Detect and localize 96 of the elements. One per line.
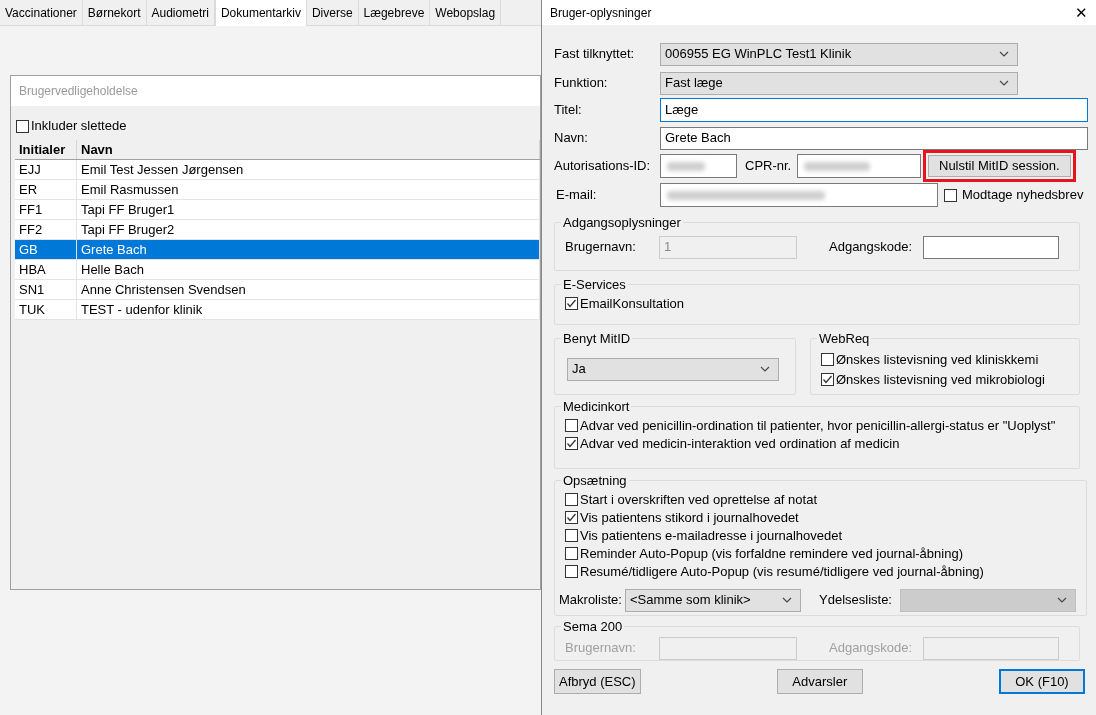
field-label: Navn: bbox=[554, 129, 589, 148]
checkbox[interactable] bbox=[944, 188, 957, 202]
dialog-button[interactable]: OK (F10) bbox=[999, 669, 1085, 694]
window-title: Bruger-oplysninger bbox=[550, 4, 652, 22]
checkbox[interactable] bbox=[565, 529, 578, 542]
dialog-button[interactable]: Afbryd (ESC) bbox=[554, 669, 641, 694]
table-row[interactable]: EJJ Emil Test Jessen Jørgensen bbox=[15, 160, 540, 180]
table-row[interactable]: SN1 Anne Christensen Svendsen bbox=[15, 280, 540, 300]
table-cell: TUK bbox=[15, 300, 77, 319]
group-title: Adgangsoplysninger bbox=[562, 214, 682, 232]
field-label: Titel: bbox=[554, 101, 583, 120]
group-title: Sema 200 bbox=[562, 618, 624, 636]
checkbox[interactable] bbox=[565, 419, 578, 432]
blurred-value bbox=[804, 161, 870, 171]
chevron-down-icon bbox=[760, 366, 770, 372]
group-title: Opsætning bbox=[562, 472, 628, 490]
column-header[interactable]: Navn bbox=[77, 140, 540, 159]
checkbox-label: Advar ved penicillin-ordination til patienter, hvor penicillin-allergi-status er "Uoplyst" bbox=[580, 416, 1056, 435]
field-label: Adgangskode: bbox=[829, 639, 914, 658]
group-title: WebReq bbox=[818, 330, 871, 348]
table-cell: FF2 bbox=[15, 220, 77, 239]
input-field[interactable] bbox=[797, 154, 921, 178]
table-cell: ER bbox=[15, 180, 77, 199]
table-cell: Emil Test Jessen Jørgensen bbox=[77, 160, 540, 179]
table-row[interactable]: GB Grete Bach bbox=[15, 240, 540, 260]
checkbox-label: Resumé/tidligere Auto-Popup (vis resumé/tidligere ved journal-åbning) bbox=[580, 562, 984, 581]
checkbox-label: Advar ved medicin-interaktion ved ordination af medicin bbox=[580, 434, 900, 453]
checkbox-label: Modtage nyhedsbrev bbox=[962, 186, 1084, 205]
table-row[interactable]: TUK TEST - udenfor klinik bbox=[15, 300, 540, 320]
tab[interactable]: Dokumentarkiv bbox=[214, 0, 307, 26]
checkbox[interactable] bbox=[565, 437, 578, 450]
checkbox-label: Reminder Auto-Popup (vis forfaldne remindere ved journal-åbning) bbox=[580, 544, 963, 563]
field-label: E-mail: bbox=[555, 186, 598, 205]
dropdown[interactable]: Fast læge bbox=[660, 71, 1018, 95]
checkbox[interactable] bbox=[565, 511, 578, 524]
table-cell: Tapi FF Bruger1 bbox=[77, 200, 540, 219]
field-label: Funktion: bbox=[554, 74, 609, 93]
field-label: Brugernavn: bbox=[565, 639, 637, 658]
close-button[interactable]: ✕ bbox=[1073, 5, 1090, 20]
reset-mitid-button[interactable]: Nulstil MitID session. bbox=[928, 155, 1071, 177]
blurred-value bbox=[667, 161, 705, 171]
input-field[interactable] bbox=[923, 636, 1059, 660]
table-cell: SN1 bbox=[15, 280, 77, 299]
dropdown[interactable]: <Samme som klinik> bbox=[625, 588, 801, 612]
table-cell: Anne Christensen Svendsen bbox=[77, 280, 540, 299]
table-row[interactable]: ER Emil Rasmussen bbox=[15, 180, 540, 200]
dialog-button[interactable]: Advarsler bbox=[776, 669, 863, 694]
table-cell: TEST - udenfor klinik bbox=[77, 300, 540, 319]
input-field[interactable]: Grete Bach bbox=[660, 126, 1088, 150]
field-label: Autorisations-ID: bbox=[554, 157, 652, 176]
field-label: Ydelsesliste: bbox=[819, 591, 893, 610]
table-cell: Tapi FF Bruger2 bbox=[77, 220, 540, 239]
table-row[interactable]: HBA Helle Bach bbox=[15, 260, 540, 280]
checkbox-label: Vis patientens e-mailadresse i journalhovedet bbox=[580, 526, 843, 545]
table-cell: Emil Rasmussen bbox=[77, 180, 540, 199]
checkbox[interactable] bbox=[821, 373, 834, 386]
chevron-down-icon bbox=[782, 597, 792, 603]
group-title: Medicinkort bbox=[562, 398, 631, 416]
dropdown[interactable]: Ja bbox=[567, 357, 779, 381]
table-cell: GB bbox=[15, 240, 77, 259]
panel-title: Brugervedligeholdelse bbox=[19, 83, 138, 100]
checkbox-label: Start i overskriften ved oprettelse af notat bbox=[580, 490, 817, 509]
table-cell: Helle Bach bbox=[77, 260, 540, 279]
checkbox-label: EmailKonsultation bbox=[580, 294, 685, 313]
input-field[interactable] bbox=[660, 154, 737, 178]
field-label: Adgangskode: bbox=[829, 238, 914, 257]
checkbox[interactable] bbox=[565, 297, 578, 310]
table-row[interactable]: FF2 Tapi FF Bruger2 bbox=[15, 220, 540, 240]
input-field[interactable]: Læge bbox=[660, 98, 1088, 122]
table-cell: FF1 bbox=[15, 200, 77, 219]
checkbox[interactable] bbox=[16, 119, 29, 133]
input-field[interactable] bbox=[923, 235, 1059, 259]
table-cell: HBA bbox=[15, 260, 77, 279]
field-label: Fast tilknyttet: bbox=[554, 45, 636, 64]
table-row[interactable]: FF1 Tapi FF Bruger1 bbox=[15, 200, 540, 220]
checkbox-label: Vis patientens stikord i journalhovedet bbox=[580, 508, 799, 527]
checkbox[interactable] bbox=[821, 353, 834, 366]
chevron-down-icon bbox=[1057, 597, 1067, 603]
checkbox-label: Ønskes listevisning ved mikrobiologi bbox=[836, 370, 1045, 389]
group-title: Benyt MitID bbox=[562, 330, 632, 348]
group-title: E-Services bbox=[562, 276, 627, 294]
table-cell: Grete Bach bbox=[77, 240, 540, 259]
dropdown[interactable]: 006955 EG WinPLC Test1 Klinik bbox=[660, 42, 1018, 66]
field-label: Brugernavn: bbox=[565, 238, 637, 257]
checkbox[interactable] bbox=[565, 547, 578, 560]
checkbox[interactable] bbox=[565, 565, 578, 578]
chevron-down-icon bbox=[999, 80, 1009, 86]
field-label: Makroliste: bbox=[559, 591, 623, 610]
column-header[interactable]: Initialer bbox=[15, 140, 77, 159]
table-cell: EJJ bbox=[15, 160, 77, 179]
checkbox[interactable] bbox=[565, 493, 578, 506]
input-field[interactable] bbox=[660, 183, 938, 207]
checkbox-label: Ønskes listevisning ved kliniskkemi bbox=[836, 350, 1039, 369]
checkbox-label: Inkluder slettede bbox=[31, 117, 127, 136]
chevron-down-icon bbox=[999, 51, 1009, 57]
field-label: CPR-nr. bbox=[745, 157, 793, 176]
